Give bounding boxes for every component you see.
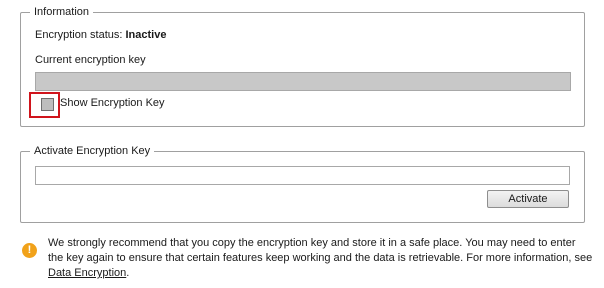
activate-button[interactable]: Activate xyxy=(487,190,569,208)
show-key-checkbox[interactable] xyxy=(41,98,54,111)
encryption-status-label: Encryption status: xyxy=(35,29,123,41)
warning-icon: ! xyxy=(22,243,37,258)
activate-group: Activate Encryption Key Activate xyxy=(20,144,585,223)
data-encryption-link[interactable]: Data Encryption xyxy=(48,267,126,279)
warning-message: We strongly recommend that you copy the … xyxy=(48,236,593,281)
current-key-label: Current encryption key xyxy=(35,54,146,66)
warning-suffix: . xyxy=(126,267,130,279)
encryption-status-value: Inactive xyxy=(125,29,167,41)
activate-legend: Activate Encryption Key xyxy=(30,144,155,158)
encryption-status: Encryption status: Inactive xyxy=(35,29,166,41)
warning-text: We strongly recommend that you copy the … xyxy=(48,237,593,264)
information-legend: Information xyxy=(30,5,94,19)
show-key-label[interactable]: Show Encryption Key xyxy=(60,97,165,109)
current-key-field[interactable] xyxy=(35,72,571,91)
activate-key-input[interactable] xyxy=(35,166,570,185)
information-group: Information Encryption status: Inactive … xyxy=(20,5,585,127)
